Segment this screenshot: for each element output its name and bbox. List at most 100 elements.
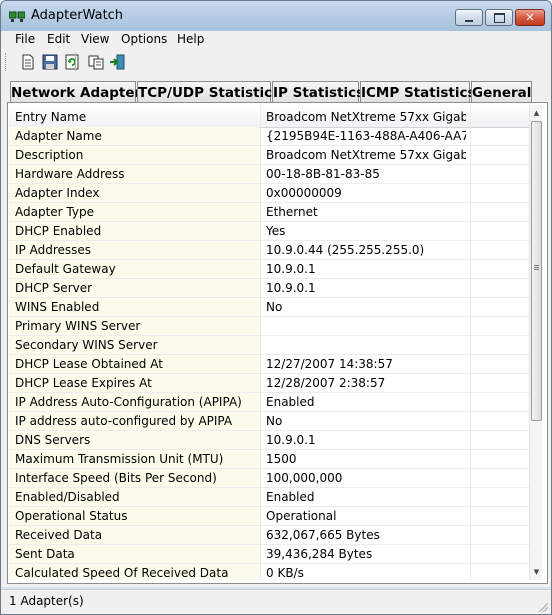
tab-label: IP Statistics <box>273 85 365 101</box>
list-row[interactable]: DHCP Lease Obtained At 12/27/2007 14:38:5… <box>9 355 529 374</box>
status-bar: 1 Adapter(s) <box>1 589 551 614</box>
minimize-icon <box>465 19 473 22</box>
entry-name-cell: Default Gateway <box>9 260 259 278</box>
entry-value-cell: No <box>266 300 283 314</box>
list-row[interactable]: Operational Status Operational <box>9 507 529 526</box>
entry-name-cell: Enabled/Disabled <box>9 488 259 506</box>
tab-label: TCP/UDP Statistics <box>138 85 281 101</box>
menu-bar: File Edit View Options Help <box>1 31 551 49</box>
entry-name-cell: Adapter Index <box>9 184 259 202</box>
new-document-icon[interactable] <box>19 53 37 71</box>
entry-value-cell: Yes <box>266 224 286 238</box>
list-row[interactable]: Interface Speed (Bits Per Second) 100,000… <box>9 469 529 488</box>
entry-value-cell: 632,067,665 Bytes <box>266 528 380 542</box>
menu-file[interactable]: File <box>15 32 35 46</box>
minimize-button[interactable] <box>455 9 483 26</box>
maximize-button[interactable] <box>485 9 513 26</box>
list-row[interactable]: Description Broadcom NetXtreme 57xx Gigab… <box>9 146 529 165</box>
entry-value-cell: 12/28/2007 2:38:57 <box>266 376 386 390</box>
resize-grip-icon[interactable] <box>538 602 548 612</box>
column-header-entry-name[interactable]: Entry Name <box>15 110 86 124</box>
list-row[interactable]: DHCP Enabled Yes <box>9 222 529 241</box>
list-row[interactable]: Calculated Speed Of Received Data 0 KB/s <box>9 564 529 580</box>
entry-name-cell: DHCP Lease Expires At <box>9 374 259 392</box>
tab-label: General <box>472 85 532 101</box>
menu-view[interactable]: View <box>81 32 109 46</box>
scrollbar-thumb[interactable] <box>531 121 542 421</box>
menu-options[interactable]: Options <box>121 32 167 46</box>
entry-value-cell: 0x00000009 <box>266 186 342 200</box>
entry-value-cell: Broadcom NetXtreme 57xx Gigabit ... <box>266 148 466 162</box>
list-row[interactable]: Adapter Name {2195B94E-1163-488A-A406-AA7… <box>9 127 529 146</box>
tab-label: Network Adapters <box>11 85 150 101</box>
list-row[interactable]: Enabled/Disabled Enabled <box>9 488 529 507</box>
list-row[interactable]: Adapter Type Ethernet <box>9 203 529 222</box>
exit-icon[interactable] <box>109 53 127 71</box>
tab-tcp-udp-statistics[interactable]: TCP/UDP Statistics <box>137 81 280 102</box>
entry-value-cell: 00-18-8B-81-83-85 <box>266 167 380 181</box>
window-title: AdapterWatch <box>31 8 124 23</box>
entry-name-cell: Description <box>9 146 259 164</box>
entry-value-cell: Enabled <box>266 490 315 504</box>
close-button[interactable]: ✕ <box>515 9 545 26</box>
maximize-icon <box>493 12 505 23</box>
toolbar-grip[interactable] <box>5 53 9 71</box>
column-grid-line <box>470 105 471 580</box>
entry-value-cell: 39,436,284 Bytes <box>266 547 373 561</box>
entry-value-cell: 10.9.0.44 (255.255.255.0) <box>266 243 425 257</box>
list-row[interactable]: IP address auto-configured by APIPA No <box>9 412 529 431</box>
list-row[interactable]: Secondary WINS Server <box>9 336 529 355</box>
entry-value-cell: 0 KB/s <box>266 566 304 580</box>
entry-value-cell: 10.9.0.1 <box>266 281 316 295</box>
column-grid-line <box>260 105 261 580</box>
entry-name-cell: IP address auto-configured by APIPA <box>9 412 259 430</box>
column-header-adapter[interactable]: Broadcom NetXtreme 57xx Gigabit ... <box>266 110 466 124</box>
entry-name-cell: DNS Servers <box>9 431 259 449</box>
entry-name-cell: IP Addresses <box>9 241 259 259</box>
tab-ip-statistics[interactable]: IP Statistics <box>272 81 364 102</box>
list-row[interactable]: Maximum Transmission Unit (MTU) 1500 <box>9 450 529 469</box>
scroll-down-arrow-icon[interactable]: ▼ <box>531 565 542 579</box>
list-row[interactable]: Adapter Index 0x00000009 <box>9 184 529 203</box>
tab-label: ICMP Statistics <box>361 85 476 101</box>
entry-value-cell: {2195B94E-1163-488A-A406-AA79D... <box>266 129 466 143</box>
entry-name-cell: Calculated Speed Of Received Data <box>9 564 259 580</box>
adapter-list-view[interactable]: Entry Name Broadcom NetXtreme 57xx Gigab… <box>9 105 542 580</box>
entry-name-cell: Primary WINS Server <box>9 317 259 335</box>
entry-name-cell: Operational Status <box>9 507 259 525</box>
entry-value-cell <box>266 336 466 354</box>
list-row[interactable]: DNS Servers 10.9.0.1 <box>9 431 529 450</box>
tab-general[interactable]: General <box>471 81 532 102</box>
title-bar[interactable]: AdapterWatch ✕ <box>1 1 551 31</box>
close-icon: ✕ <box>525 11 535 24</box>
entry-value-cell: 10.9.0.1 <box>266 262 316 276</box>
tab-network-adapters[interactable]: Network Adapters <box>10 81 149 102</box>
list-row[interactable]: DHCP Lease Expires At 12/28/2007 2:38:57 <box>9 374 529 393</box>
app-window: AdapterWatch ✕ File Edit View Options He… <box>0 0 552 615</box>
entry-value-cell: 10.9.0.1 <box>266 433 316 447</box>
save-icon[interactable] <box>41 53 59 71</box>
list-row[interactable]: Primary WINS Server <box>9 317 529 336</box>
list-row[interactable]: Hardware Address 00-18-8B-81-83-85 <box>9 165 529 184</box>
list-row[interactable]: Sent Data 39,436,284 Bytes <box>9 545 529 564</box>
list-row[interactable]: WINS Enabled No <box>9 298 529 317</box>
entry-name-cell: Adapter Name <box>9 127 259 145</box>
menu-help[interactable]: Help <box>177 32 204 46</box>
vertical-scrollbar[interactable]: ▲ ▼ <box>529 105 542 580</box>
list-row[interactable]: Received Data 632,067,665 Bytes <box>9 526 529 545</box>
entry-name-cell: Interface Speed (Bits Per Second) <box>9 469 259 487</box>
menu-edit[interactable]: Edit <box>47 32 70 46</box>
entry-name-cell: IP Address Auto-Configuration (APIPA) <box>9 393 259 411</box>
refresh-icon[interactable] <box>63 53 81 71</box>
copy-icon[interactable] <box>87 53 105 71</box>
list-row[interactable]: IP Addresses 10.9.0.44 (255.255.255.0) <box>9 241 529 260</box>
list-row[interactable]: DHCP Server 10.9.0.1 <box>9 279 529 298</box>
list-row[interactable]: IP Address Auto-Configuration (APIPA) Ena… <box>9 393 529 412</box>
list-row[interactable]: Default Gateway 10.9.0.1 <box>9 260 529 279</box>
scrollbar-grip <box>534 265 539 266</box>
entry-name-cell: WINS Enabled <box>9 298 259 316</box>
entry-value-cell: Enabled <box>266 395 315 409</box>
scroll-up-arrow-icon[interactable]: ▲ <box>531 106 542 120</box>
tab-icmp-statistics[interactable]: ICMP Statistics <box>360 81 475 102</box>
entry-name-cell: DHCP Enabled <box>9 222 259 240</box>
